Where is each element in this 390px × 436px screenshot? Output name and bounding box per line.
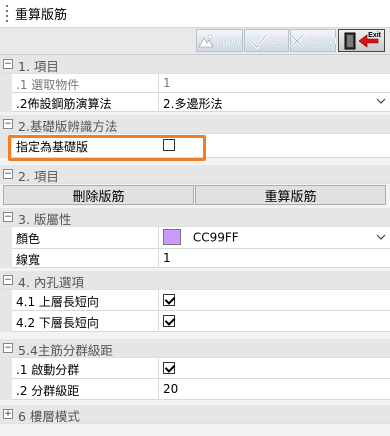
property-row-line-width[interactable]: 線寬 1 [0, 249, 390, 268]
checkmark-icon [250, 33, 267, 49]
property-value-cell [159, 311, 390, 332]
ok-label: OK [269, 35, 284, 46]
window-title: 重算版筋 [15, 8, 68, 23]
property-value: 2.多邊形法 [163, 97, 223, 111]
apply-icon [198, 34, 214, 47]
cancel-label: Cancel [307, 35, 337, 46]
bottom-short-checkbox[interactable] [163, 315, 175, 327]
property-row-group-step[interactable]: .2 分群級距 20 [0, 379, 390, 400]
section-label: 5.4主筋分群級距 [18, 343, 113, 358]
section-label: 6 樓層模式 [18, 409, 80, 424]
delete-rebar-button[interactable]: 刪除版筋 [3, 185, 194, 205]
section-header-items-2[interactable]: − 2. 項目 [0, 165, 390, 184]
enable-group-checkbox[interactable] [163, 362, 175, 374]
section-header-items[interactable]: − 1. 項目 [0, 55, 390, 74]
rebar-algorithm-select[interactable]: 2.多邊形法 [159, 93, 390, 112]
property-value[interactable]: 20 [159, 379, 390, 400]
section-label: 2.基礎版辨識方法 [18, 119, 118, 134]
property-row-top-short[interactable]: 4.1 上層長短向 [0, 290, 390, 311]
property-value: 1 [159, 74, 390, 93]
color-swatch [163, 229, 181, 245]
collapse-icon[interactable]: − [3, 59, 13, 69]
exit-button[interactable]: Exit [338, 29, 385, 52]
highlight-box [8, 135, 206, 161]
ok-button[interactable]: OK [244, 29, 289, 52]
action-button-row: 刪除版筋 重算版筋 [0, 184, 390, 206]
collapse-icon[interactable]: − [3, 343, 13, 353]
section-label: 4. 內孔選項 [18, 275, 84, 290]
property-name: .2佈設鋼筋演算法 [12, 93, 159, 112]
apply-label: Apply [215, 35, 241, 46]
property-name: .1 選取物件 [12, 74, 159, 93]
chevron-down-icon[interactable] [376, 232, 386, 242]
apply-button[interactable]: Apply [196, 29, 243, 52]
property-name: .2 分群級距 [12, 379, 159, 400]
property-row-bottom-short[interactable]: 4.2 下層長短向 [0, 311, 390, 332]
property-name: 4.2 下層長短向 [12, 311, 159, 332]
section-header-slab-properties[interactable]: − 3. 版屬性 [0, 208, 390, 227]
collapse-icon[interactable]: − [3, 119, 13, 129]
top-short-checkbox[interactable] [163, 294, 175, 306]
property-name: 線寬 [12, 249, 159, 268]
section-header-floor-mode[interactable]: + 6 樓層模式 [0, 405, 390, 424]
property-value[interactable]: 1 [159, 249, 390, 268]
property-row-enable-group[interactable]: .1 啟動分群 [0, 358, 390, 379]
property-grid: − 1. 項目 .1 選取物件 1 .2佈設鋼筋演算法 2.多邊形法 − 2.基… [0, 54, 390, 436]
title-bar: 重算版筋 [0, 0, 390, 28]
section-label: 2. 項目 [18, 169, 59, 184]
collapse-icon[interactable]: − [3, 169, 13, 179]
property-row-rebar-algorithm[interactable]: .2佈設鋼筋演算法 2.多邊形法 [0, 93, 390, 112]
cancel-button[interactable]: Cancel [290, 29, 337, 52]
property-row-select-count[interactable]: .1 選取物件 1 [0, 74, 390, 93]
property-value-cell [159, 358, 390, 379]
section-label: 1. 項目 [18, 59, 59, 74]
section-header-hole-options[interactable]: − 4. 內孔選項 [0, 271, 390, 290]
toolbar: Apply OK Cancel Exit [0, 28, 390, 54]
property-name: 4.1 上層長短向 [12, 290, 159, 311]
drag-grip-icon[interactable] [3, 4, 11, 23]
section-header-rebar-grouping[interactable]: − 5.4主筋分群級距 [0, 339, 390, 358]
expand-icon[interactable]: + [3, 409, 13, 419]
section-header-base-identification[interactable]: − 2.基礎版辨識方法 [0, 115, 390, 134]
chevron-down-icon[interactable] [376, 96, 386, 106]
property-name: 顏色 [12, 227, 159, 249]
color-select[interactable]: CC99FF [159, 227, 390, 249]
property-row-color[interactable]: 顏色 CC99FF [0, 227, 390, 249]
property-value: CC99FF [192, 230, 239, 245]
cancel-x-icon [290, 33, 305, 48]
property-name: .1 啟動分群 [12, 358, 159, 379]
exit-label: Exit [368, 32, 381, 39]
collapse-icon[interactable]: − [3, 275, 13, 285]
section-label: 3. 版屬性 [18, 212, 72, 227]
collapse-icon[interactable]: − [3, 212, 13, 222]
recalc-rebar-button[interactable]: 重算版筋 [195, 185, 386, 205]
property-value-cell [159, 290, 390, 311]
